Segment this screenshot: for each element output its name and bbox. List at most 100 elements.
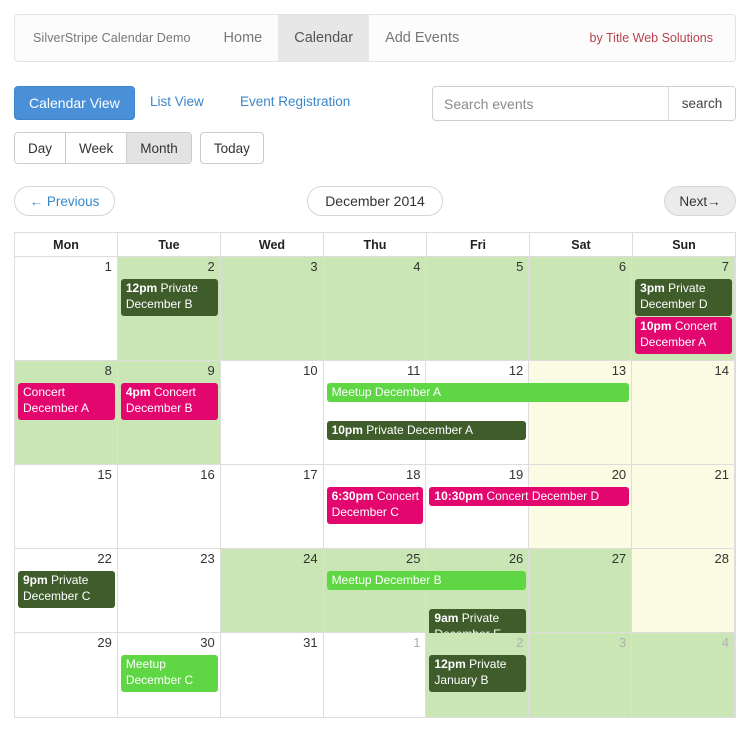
day-number: 7	[721, 259, 730, 274]
calendar-day-cell[interactable]: 17	[220, 465, 324, 549]
nav-item-home[interactable]: Home	[208, 15, 279, 61]
day-number: 26	[508, 551, 524, 566]
day-number: 11	[406, 363, 421, 378]
calendar-day-cell[interactable]: 5	[426, 257, 530, 361]
day-number: 24	[303, 551, 318, 566]
day-number: 10	[303, 363, 318, 378]
search-input[interactable]	[433, 87, 668, 120]
calendar-day-cell[interactable]: 6	[529, 257, 633, 361]
calendar-day-cell[interactable]: 11	[323, 361, 427, 465]
today-button[interactable]: Today	[199, 132, 264, 164]
calendar-day-cell[interactable]: 20	[529, 465, 633, 549]
calendar-event[interactable]: Meetup December C	[120, 655, 218, 692]
calendar-event[interactable]: 3pm Private December D	[635, 279, 732, 316]
calendar-event[interactable]: 4pm Concert December B	[120, 383, 218, 420]
calendar-event[interactable]: 6:30pm Concert December C	[326, 487, 424, 524]
view-toolbar: Calendar View List View Event Registrati…	[14, 86, 736, 122]
calendar-event[interactable]: Meetup December B	[326, 571, 527, 590]
day-number: 8	[104, 363, 112, 378]
event-title: Concert December A	[23, 385, 90, 415]
day-number: 21	[714, 467, 730, 482]
range-segment-group: Day Week Month	[14, 132, 192, 164]
calendar-event[interactable]: 12pm Private January B	[429, 655, 527, 692]
calendar-event[interactable]: Concert December A	[18, 383, 115, 420]
list-view-link[interactable]: List View	[150, 94, 204, 109]
calendar-event[interactable]: 10:30pm Concert December D	[429, 487, 630, 506]
day-number: 9	[207, 363, 215, 378]
next-button[interactable]: Next→	[664, 186, 736, 216]
event-title: Meetup December A	[331, 385, 441, 399]
weekday-header-wed: Wed	[221, 233, 324, 257]
event-time: 12pm	[125, 281, 158, 295]
event-time: 12pm	[434, 657, 466, 671]
search-group: search	[432, 86, 736, 121]
calendar-day-cell[interactable]: 4	[323, 257, 427, 361]
weekday-header-thu: Thu	[324, 233, 427, 257]
event-title: Meetup December C	[125, 657, 194, 687]
calendar-day-cell[interactable]: 12	[426, 361, 530, 465]
nav-item-calendar[interactable]: Calendar	[278, 15, 370, 61]
calendar-event[interactable]: Meetup December A	[326, 383, 630, 402]
calendar-event[interactable]: 12pm Private December B	[120, 279, 218, 316]
calendar-day-cell[interactable]: 19	[426, 465, 530, 549]
previous-button[interactable]: ← Previous	[14, 186, 115, 216]
calendar-day-cell[interactable]: 16	[117, 465, 221, 549]
day-number: 30	[200, 635, 215, 650]
calendar-week-row: 15 16 17 18 19 20 21 6:30pm Concert December C 1…	[15, 465, 736, 549]
search-button[interactable]: search	[668, 87, 735, 120]
day-number: 2	[207, 259, 215, 274]
event-title: Meetup December B	[331, 573, 442, 587]
calendar-day-cell[interactable]: 24	[220, 549, 324, 633]
calendar-event[interactable]: 10pm Private December A	[326, 421, 527, 440]
calendar-event[interactable]: 9pm Private December C	[18, 571, 115, 608]
day-number: 6	[618, 259, 627, 274]
calendar-day-cell[interactable]: 27	[529, 549, 633, 633]
day-number: 19	[508, 467, 524, 482]
calendar-day-cell[interactable]: 3	[529, 633, 633, 717]
event-time: 6:30pm	[331, 489, 374, 503]
calendar-week-row: 1 2 3 4 5 6 7 12pm Private December B 3pm Privat…	[15, 257, 736, 361]
period-title: December 2014	[307, 186, 443, 216]
day-number: 15	[97, 467, 112, 482]
event-time: 10:30pm	[434, 489, 484, 503]
calendar-day-cell[interactable]: 4	[632, 633, 736, 717]
event-time: 10pm	[640, 319, 672, 333]
top-navbar: SilverStripe Calendar Demo Home Calendar…	[14, 14, 736, 62]
range-month-button[interactable]: Month	[127, 133, 191, 163]
calendar-day-cell[interactable]: 29	[15, 633, 118, 717]
day-number: 14	[714, 363, 730, 378]
calendar-day-cell[interactable]: 1	[323, 633, 427, 717]
day-number: 18	[405, 467, 421, 482]
calendar-day-cell[interactable]: 1	[15, 257, 118, 361]
nav-item-add-events[interactable]: Add Events	[369, 15, 475, 61]
calendar-view-button[interactable]: Calendar View	[14, 86, 135, 120]
event-title: Private December A	[366, 423, 473, 437]
calendar-day-cell[interactable]: 10	[220, 361, 324, 465]
range-day-button[interactable]: Day	[15, 133, 67, 163]
day-number: 20	[611, 467, 627, 482]
calendar-day-cell[interactable]: 28	[632, 549, 736, 633]
weekday-header-tue: Tue	[118, 233, 221, 257]
calendar-day-cell[interactable]: 23	[117, 549, 221, 633]
calendar-day-cell[interactable]: 13	[529, 361, 633, 465]
weekday-header-sat: Sat	[530, 233, 633, 257]
calendar-day-cell[interactable]: 25	[323, 549, 427, 633]
calendar-day-cell[interactable]: 14	[632, 361, 736, 465]
day-number: 4	[413, 259, 421, 274]
calendar-day-cell[interactable]: 31	[220, 633, 324, 717]
day-number: 12	[508, 363, 524, 378]
weekday-header-fri: Fri	[427, 233, 530, 257]
event-time: 9pm	[23, 573, 48, 587]
day-number: 28	[714, 551, 730, 566]
calendar-day-cell[interactable]: 15	[15, 465, 118, 549]
day-number: 31	[303, 635, 318, 650]
calendar-week-row: 22 23 24 25 26 27 28 9pm Private December C Meet…	[15, 549, 736, 646]
day-number: 13	[611, 363, 627, 378]
event-registration-link[interactable]: Event Registration	[240, 94, 350, 109]
calendar-day-cell[interactable]: 3	[220, 257, 324, 361]
day-number: 1	[104, 259, 112, 274]
range-week-button[interactable]: Week	[66, 133, 128, 163]
calendar-event[interactable]: 10pm Concert December A	[635, 317, 732, 354]
calendar-day-cell[interactable]: 21	[632, 465, 736, 549]
calendar-body: 1 2 3 4 5 6 7 12pm Private December B 3pm Privat…	[15, 257, 736, 717]
